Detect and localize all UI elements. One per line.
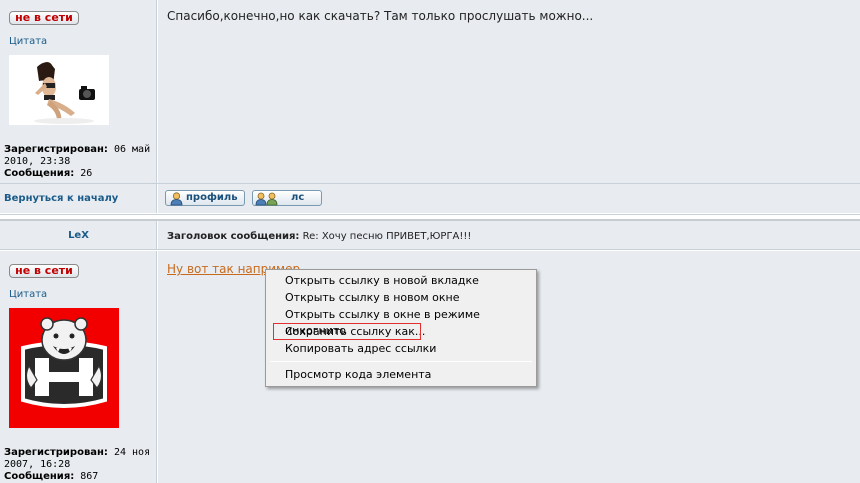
profile-label: профиль [186, 192, 238, 203]
post-1-author-panel: не в сети Цитата Зарегистрирован: 06 май… [0, 0, 157, 183]
post-2-header: LeX Заголовок сообщения: Re: Хочу песню … [0, 219, 860, 250]
context-menu: Открыть ссылку в новой вкладке Открыть с… [265, 269, 537, 387]
pm-label: лс [291, 192, 305, 203]
offline-status-badge[interactable]: не в сети [9, 264, 79, 278]
menu-open-new-tab[interactable]: Открыть ссылку в новой вкладке [285, 273, 479, 289]
subject-label: Заголовок сообщения: [167, 231, 300, 242]
private-message-button[interactable]: лс [252, 190, 322, 206]
post-1-footer: Вернуться к началу профиль лс [0, 183, 860, 213]
menu-open-new-window[interactable]: Открыть ссылку в новом окне [285, 290, 459, 306]
profile-icon [170, 192, 183, 206]
avatar [9, 55, 109, 125]
post-2-header-left: LeX [0, 221, 157, 249]
user-rank: Цитата [9, 36, 48, 47]
messages-label: Сообщения: [4, 168, 75, 179]
pm-icon [255, 192, 278, 206]
menu-open-incognito[interactable]: Открыть ссылку в окне в режиме инкогнито [285, 307, 536, 337]
subject-value: Re: Хочу песню ПРИВЕТ,ЮРГА!!! [302, 231, 472, 242]
post-subject: Заголовок сообщения: Re: Хочу песню ПРИВ… [167, 231, 471, 242]
footer-right: профиль лс [158, 184, 860, 213]
avatar [9, 308, 119, 428]
save-link-highlight [273, 323, 421, 340]
menu-inspect-element[interactable]: Просмотр кода элемента [285, 367, 431, 383]
registered-label: Зарегистрирован: [4, 447, 108, 458]
post-2-header-right: Заголовок сообщения: Re: Хочу песню ПРИВ… [158, 221, 860, 249]
menu-copy-link-address[interactable]: Копировать адрес ссылки [285, 341, 436, 357]
registered-label: Зарегистрирован: [4, 144, 108, 155]
footer-left: Вернуться к началу [0, 184, 157, 213]
post-1-body: Спасибо,конечно,но как скачать? Там толь… [158, 0, 860, 183]
post-1-text: Спасибо,конечно,но как скачать? Там толь… [167, 9, 594, 23]
post-author[interactable]: LeX [0, 230, 157, 241]
user-registration-info: Зарегистрирован: 06 май 2010, 23:38 Сооб… [4, 144, 154, 180]
messages-value: 26 [80, 168, 93, 179]
menu-separator [270, 361, 532, 362]
bear-logo-avatar [9, 308, 119, 428]
post-1: не в сети Цитата Зарегистрирован: 06 май… [0, 0, 860, 183]
girl-camera-avatar [9, 55, 109, 125]
post-2-author-panel: не в сети Цитата Зарегистрирован: 24 ноя… [0, 251, 157, 483]
profile-button[interactable]: профиль [165, 190, 245, 206]
back-to-top-link[interactable]: Вернуться к началу [4, 193, 118, 204]
user-registration-info: Зарегистрирован: 24 ноя 2007, 16:28 Сооб… [4, 447, 154, 483]
messages-value: 867 [80, 471, 99, 482]
user-rank: Цитата [9, 289, 48, 300]
messages-label: Сообщения: [4, 471, 75, 482]
offline-status-badge[interactable]: не в сети [9, 11, 79, 25]
